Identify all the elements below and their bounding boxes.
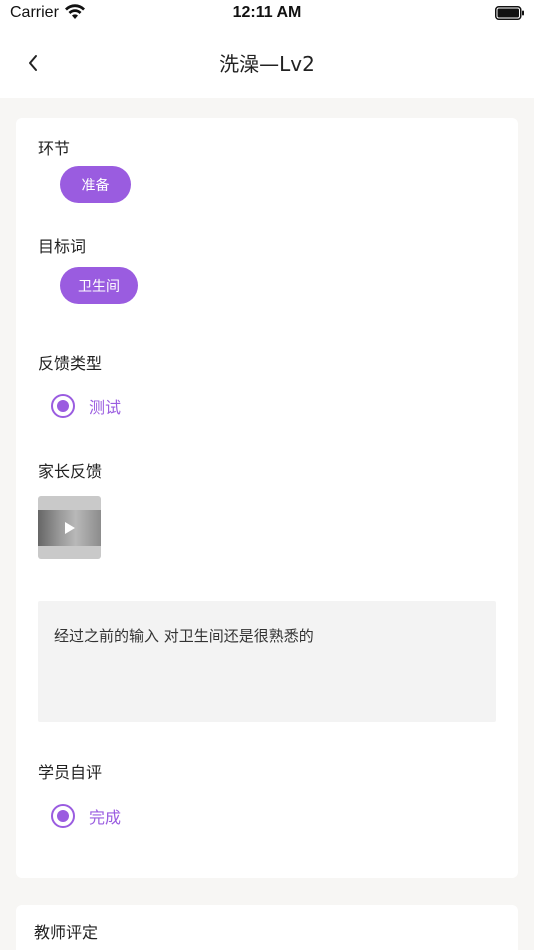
feedback-type-option: 测试: [89, 398, 122, 417]
play-icon: [65, 522, 75, 534]
stage-label: 环节: [38, 139, 71, 158]
feedback-type-radio[interactable]: 测试: [51, 394, 121, 418]
target-word-tag: 卫生间: [60, 267, 138, 304]
feedback-type-label: 反馈类型: [38, 354, 103, 373]
navigation-bar: 洗澡—Lv2: [0, 28, 534, 98]
stage-tag: 准备: [60, 166, 131, 203]
self-eval-radio[interactable]: 完成: [51, 804, 121, 828]
status-time: 12:11 AM: [232, 4, 302, 21]
teacher-eval-card: 教师评定: [16, 905, 518, 950]
video-thumbnail[interactable]: [38, 496, 101, 559]
page-title: 洗澡—Lv2: [219, 52, 315, 76]
self-eval-option: 完成: [89, 808, 122, 827]
status-bar: Carrier 12:11 AM: [0, 0, 534, 28]
detail-card: 环节 准备 目标词 卫生间 反馈类型 测试 家长反馈 经过之前的输入 对卫生间还…: [16, 118, 518, 878]
radio-selected-icon: [51, 394, 75, 418]
self-eval-label: 学员自评: [38, 763, 103, 782]
teacher-eval-label: 教师评定: [34, 923, 99, 942]
parent-feedback-text: 经过之前的输入 对卫生间还是很熟悉的: [38, 601, 496, 722]
battery-icon: [495, 6, 524, 20]
parent-feedback-label: 家长反馈: [38, 462, 103, 481]
target-word-label: 目标词: [38, 237, 87, 256]
radio-selected-icon: [51, 804, 75, 828]
